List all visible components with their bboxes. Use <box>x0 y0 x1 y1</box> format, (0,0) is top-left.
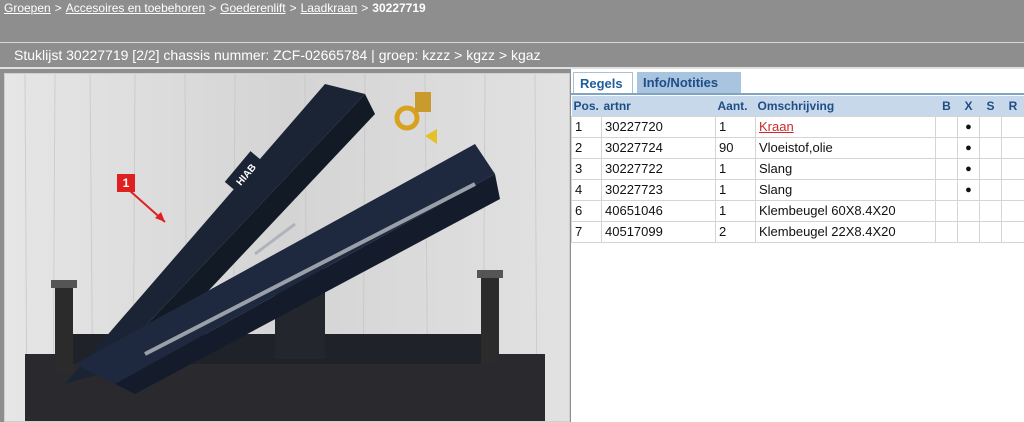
cell-omschrijving: Slang <box>755 157 936 180</box>
col-header-s[interactable]: S <box>979 96 1002 116</box>
cell-artnr: 40517099 <box>601 220 716 243</box>
cell-aant: 90 <box>715 136 756 159</box>
support-leg-right <box>481 274 499 364</box>
cell-b <box>935 136 958 159</box>
table-row[interactable]: 4 30227723 1 Slang ● <box>571 178 1024 201</box>
cell-artnr: 30227723 <box>601 178 716 201</box>
part-link-kraan[interactable]: Kraan <box>759 119 794 134</box>
parts-list-header: Stuklijst 30227719 [2/2] chassis nummer:… <box>0 43 1024 67</box>
cell-aant: 2 <box>715 220 756 243</box>
cell-x-bullet-icon: ● <box>957 136 980 159</box>
cell-x <box>957 199 980 222</box>
cell-pos: 4 <box>571 178 602 201</box>
cell-artnr: 40651046 <box>601 199 716 222</box>
table-row[interactable]: 3 30227722 1 Slang ● <box>571 157 1024 180</box>
breadcrumb-link-goederenlift[interactable]: Goederenlift <box>220 1 285 15</box>
cell-s <box>979 199 1002 222</box>
cell-r <box>1001 220 1024 243</box>
cell-s <box>979 178 1002 201</box>
parts-panel: Regels Info/Notities Pos. artnr Aant. Om… <box>571 69 1024 422</box>
cell-pos: 3 <box>571 157 602 180</box>
cell-omschrijving: Klembeugel 60X8.4X20 <box>755 199 936 222</box>
tab-regels[interactable]: Regels <box>573 72 633 94</box>
breadcrumb-separator: > <box>289 1 297 15</box>
breadcrumb-link-groepen[interactable]: Groepen <box>4 1 51 15</box>
cell-omschrijving: Vloeistof,olie <box>755 136 936 159</box>
col-header-artnr[interactable]: artnr <box>601 96 716 116</box>
callout-number[interactable]: 1 <box>123 176 130 190</box>
crane-image-panel: HIAB 1 <box>4 73 570 422</box>
col-header-r[interactable]: R <box>1001 96 1024 116</box>
cell-omschrijving: Kraan <box>755 115 936 138</box>
table-header-row: Pos. artnr Aant. Omschrijving B X S R <box>571 96 1024 116</box>
cell-b <box>935 199 958 222</box>
crane-illustration: HIAB 1 <box>5 74 569 421</box>
cell-x-bullet-icon: ● <box>957 115 980 138</box>
col-header-b[interactable]: B <box>935 96 958 116</box>
breadcrumb-separator: > <box>54 1 62 15</box>
cell-s <box>979 136 1002 159</box>
cell-b <box>935 178 958 201</box>
tab-info-notities[interactable]: Info/Notities <box>637 72 741 94</box>
cell-aant: 1 <box>715 157 756 180</box>
cell-r <box>1001 157 1024 180</box>
support-leg-right-cap <box>477 270 503 278</box>
support-leg-left-cap <box>51 280 77 288</box>
cell-artnr: 30227722 <box>601 157 716 180</box>
breadcrumb-separator: > <box>361 1 369 15</box>
table-row[interactable]: 2 30227724 90 Vloeistof,olie ● <box>571 136 1024 159</box>
col-header-omschrijving[interactable]: Omschrijving <box>755 96 936 116</box>
cell-s <box>979 220 1002 243</box>
col-header-aant[interactable]: Aant. <box>715 96 756 116</box>
col-header-x[interactable]: X <box>957 96 980 116</box>
cell-aant: 1 <box>715 178 756 201</box>
cell-r <box>1001 136 1024 159</box>
cell-aant: 1 <box>715 115 756 138</box>
cell-x-bullet-icon: ● <box>957 157 980 180</box>
tab-underline <box>571 93 1024 95</box>
table-row[interactable]: 6 40651046 1 Klembeugel 60X8.4X20 <box>571 199 1024 222</box>
cell-omschrijving: Slang <box>755 178 936 201</box>
cell-artnr: 30227724 <box>601 136 716 159</box>
col-header-pos[interactable]: Pos. <box>571 96 602 116</box>
cell-pos: 2 <box>571 136 602 159</box>
tab-bar: Regels Info/Notities <box>571 72 1024 94</box>
cell-pos: 7 <box>571 220 602 243</box>
cell-b <box>935 115 958 138</box>
top-spacer <box>0 18 1024 42</box>
cell-r <box>1001 115 1024 138</box>
cell-pos: 6 <box>571 199 602 222</box>
table-row[interactable]: 1 30227720 1 Kraan ● <box>571 115 1024 138</box>
breadcrumb-current: 30227719 <box>372 1 426 15</box>
cell-pos: 1 <box>571 115 602 138</box>
breadcrumb-separator: > <box>209 1 217 15</box>
cell-s <box>979 115 1002 138</box>
crane-hook-block <box>415 92 431 112</box>
cell-x-bullet-icon: ● <box>957 178 980 201</box>
breadcrumb-link-laadkraan[interactable]: Laadkraan <box>301 1 358 15</box>
cell-b <box>935 157 958 180</box>
cell-b <box>935 220 958 243</box>
cell-s <box>979 157 1002 180</box>
cell-artnr: 30227720 <box>601 115 716 138</box>
breadcrumb-link-accesoires[interactable]: Accesoires en toebehoren <box>66 1 205 15</box>
parts-table: Pos. artnr Aant. Omschrijving B X S R 1 … <box>571 96 1024 243</box>
support-leg-left <box>55 284 73 374</box>
cell-r <box>1001 199 1024 222</box>
breadcrumb: Groepen > Accesoires en toebehoren > Goedere… <box>0 0 1024 18</box>
cell-aant: 1 <box>715 199 756 222</box>
cell-x <box>957 220 980 243</box>
cell-r <box>1001 178 1024 201</box>
table-row[interactable]: 7 40517099 2 Klembeugel 22X8.4X20 <box>571 220 1024 243</box>
cell-omschrijving: Klembeugel 22X8.4X20 <box>755 220 936 243</box>
